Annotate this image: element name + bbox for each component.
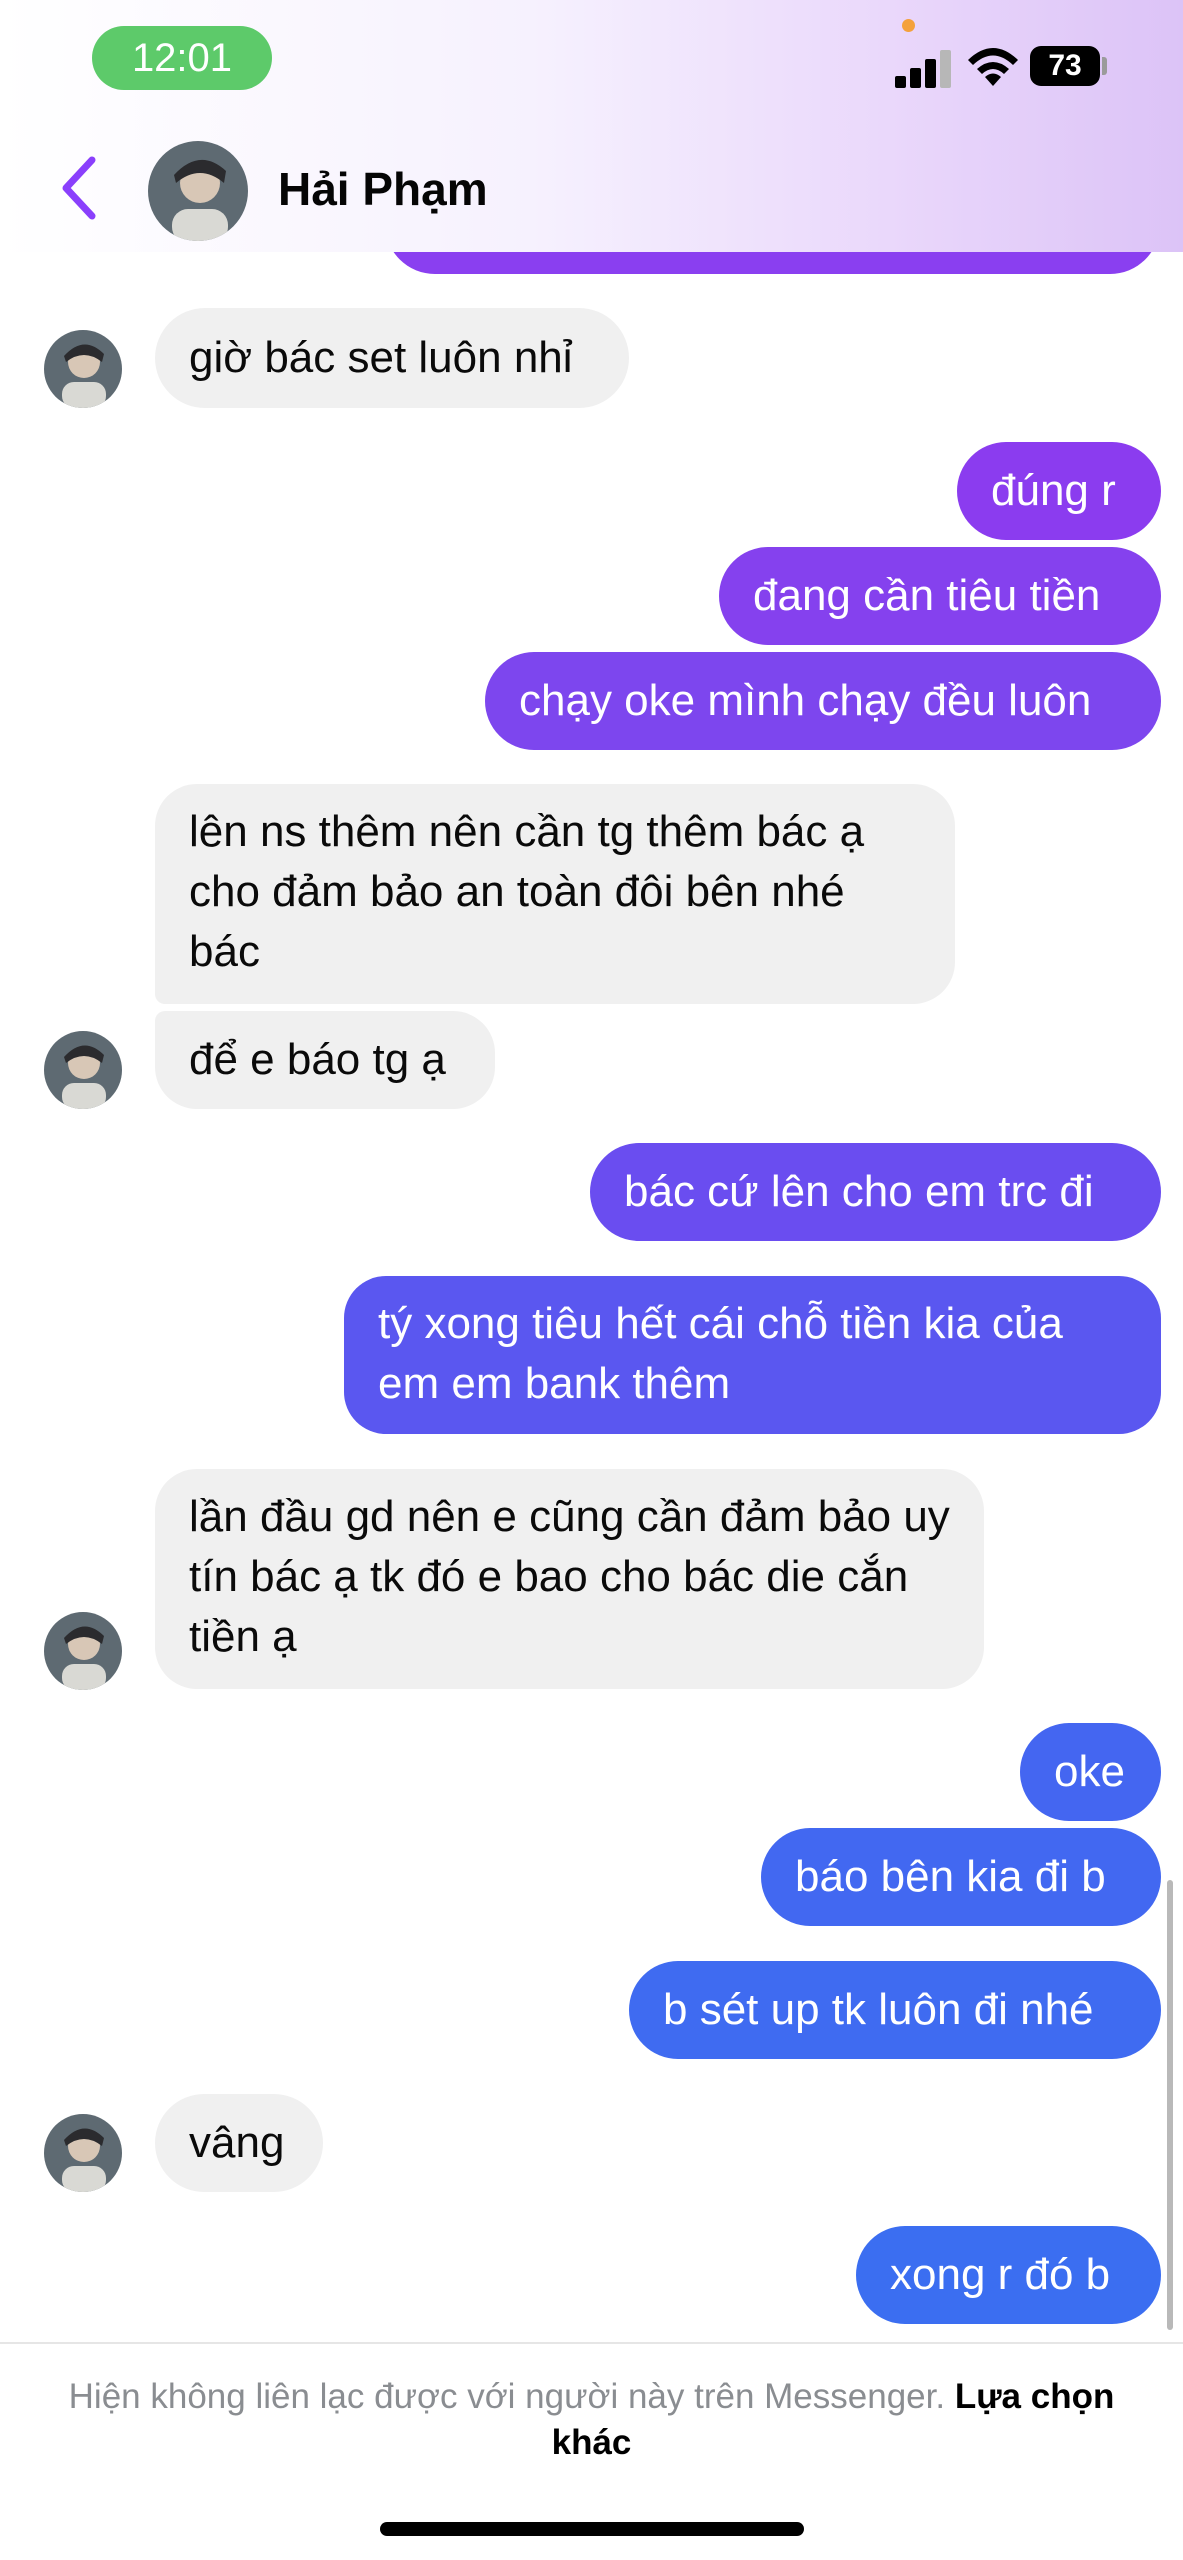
message-bubble-incoming[interactable]: để e báo tg ạ	[155, 1011, 495, 1109]
message-bubble-outgoing[interactable]: tý xong tiêu hết cái chỗ tiền kia của em…	[344, 1276, 1161, 1434]
battery-cap	[1102, 57, 1107, 75]
unavailable-notice-text: Hiện không liên lạc được với người này t…	[68, 2377, 946, 2416]
scrollbar[interactable]	[1167, 1880, 1173, 2330]
message-bubble-incoming[interactable]: vâng	[155, 2094, 323, 2192]
contact-avatar[interactable]	[44, 2114, 122, 2192]
message-bubble-outgoing[interactable]: oke	[1020, 1723, 1161, 1821]
battery-icon: 73	[1030, 46, 1100, 86]
back-chevron-icon[interactable]	[52, 150, 102, 226]
contact-name[interactable]: Hải Phạm	[278, 162, 488, 216]
message-bubble-incoming[interactable]: lên ns thêm nên cần tg thêm bác ạ cho đả…	[155, 784, 955, 1004]
message-bubble-outgoing[interactable]: bác cứ lên cho em trc đi	[590, 1143, 1161, 1241]
contact-avatar[interactable]	[44, 330, 122, 408]
message-bubble-outgoing[interactable]: đang cần tiêu tiền	[719, 547, 1161, 645]
contact-avatar-header[interactable]	[148, 141, 248, 241]
conversation-header: 12:01 73 Hải Phạm	[0, 0, 1183, 252]
footer-divider	[0, 2342, 1183, 2344]
wifi-icon	[968, 48, 1018, 86]
privacy-indicator-dot	[902, 19, 915, 32]
home-indicator[interactable]	[380, 2522, 804, 2536]
chat-thread[interactable]: giờ bác set luôn nhỉ đúng r đang cần tiê…	[0, 0, 1183, 2340]
cellular-signal-icon	[895, 48, 955, 88]
contact-avatar[interactable]	[44, 1612, 122, 1690]
message-bubble-incoming[interactable]: giờ bác set luôn nhỉ	[155, 308, 629, 408]
message-bubble-outgoing[interactable]: đúng r	[957, 442, 1161, 540]
message-bubble-outgoing[interactable]: chạy oke mình chạy đều luôn	[485, 652, 1161, 750]
unavailable-notice: Hiện không liên lạc được với người này t…	[60, 2374, 1123, 2466]
contact-avatar[interactable]	[44, 1031, 122, 1109]
message-bubble-outgoing[interactable]: xong r đó b	[856, 2226, 1161, 2324]
message-bubble-outgoing[interactable]: b sét up tk luôn đi nhé	[629, 1961, 1161, 2059]
message-bubble-outgoing[interactable]: báo bên kia đi b	[761, 1828, 1161, 1926]
status-time: 12:01	[92, 26, 272, 90]
message-bubble-incoming[interactable]: lần đầu gd nên e cũng cần đảm bảo uy tín…	[155, 1469, 984, 1689]
